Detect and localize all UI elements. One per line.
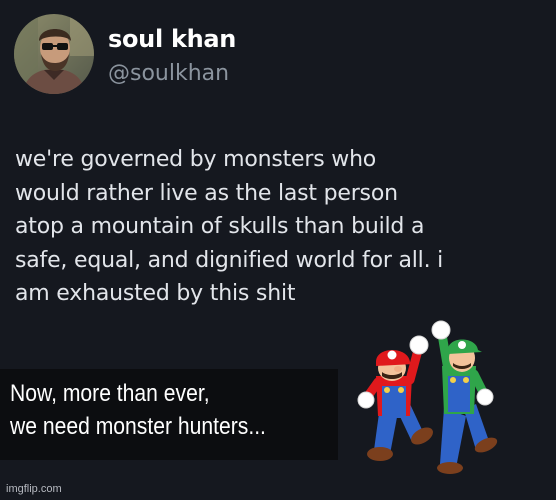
display-name[interactable]: soul khan xyxy=(108,24,236,54)
profile-photo-icon xyxy=(14,14,94,94)
tweet-card: soul khan @soulkhan we're governed by mo… xyxy=(0,0,556,500)
avatar[interactable] xyxy=(14,14,94,94)
tweet-text: we're governed by monsters who would rat… xyxy=(15,143,550,311)
luigi-figure xyxy=(431,320,498,474)
mario-figure xyxy=(357,335,433,461)
mario-luigi-icon xyxy=(357,320,498,474)
user-handle[interactable]: @soulkhan xyxy=(108,60,229,88)
tweet-line: we're governed by monsters who xyxy=(15,147,377,172)
caption-line: we need monster hunters... xyxy=(10,413,266,440)
meme-caption: Now, more than ever, we need monster hun… xyxy=(10,377,301,443)
tweet-line: atop a mountain of skulls than build a xyxy=(15,214,425,239)
tweet-line: would rather live as the last person xyxy=(15,180,398,206)
caption-line: Now, more than ever, xyxy=(10,380,210,407)
tweet-line: safe, equal, and dignified world for all… xyxy=(15,247,444,273)
tweet-line: am exhausted by this shit xyxy=(15,281,296,306)
watermark: imgflip.com xyxy=(6,483,62,495)
